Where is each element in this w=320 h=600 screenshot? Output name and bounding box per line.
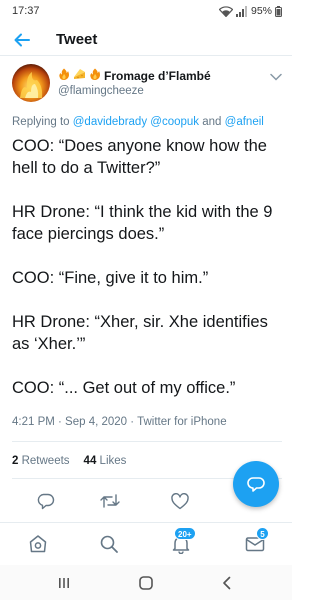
- battery-icon: [275, 5, 282, 17]
- reply-button[interactable]: [32, 487, 60, 515]
- replying-to-label: Replying to: [12, 116, 70, 128]
- tweet-paragraph: COO: “... Get out of my office.”: [12, 379, 236, 397]
- tweet-stats: 2 Retweets 44 Likes: [12, 455, 126, 467]
- avatar[interactable]: [12, 64, 50, 102]
- reply-icon: [37, 493, 55, 510]
- author-handle[interactable]: @flamingcheeze: [58, 85, 144, 97]
- system-nav-bar: [0, 565, 292, 600]
- signal-icon: [235, 5, 248, 17]
- tweet-paragraph: HR Drone: “Xher, sir. Xhe identifies as …: [12, 313, 273, 353]
- wifi-icon: [218, 5, 233, 17]
- like-icon: [171, 492, 189, 509]
- page-title: Tweet: [56, 31, 98, 48]
- retweet-icon: [100, 494, 120, 508]
- retweets-stat[interactable]: 2 Retweets: [12, 455, 70, 467]
- tweet-paragraph: HR Drone: “I think the kid with the 9 fa…: [12, 203, 278, 243]
- mention-link[interactable]: @davidebrady: [73, 116, 147, 128]
- divider: [12, 441, 282, 442]
- mention-link[interactable]: @afneil: [225, 116, 264, 128]
- tab-home[interactable]: [23, 529, 53, 559]
- likes-label: Likes: [99, 455, 127, 467]
- back-system-button[interactable]: [215, 573, 239, 593]
- chevron-down-icon: [270, 73, 282, 81]
- mention-link[interactable]: @coopuk: [150, 116, 199, 128]
- compose-fab[interactable]: [233, 461, 279, 507]
- recent-apps-icon: [59, 578, 69, 588]
- status-right: 95%: [218, 5, 282, 17]
- reply-bubble-icon: [247, 476, 265, 492]
- fire-emoji-icon: [89, 67, 101, 85]
- tweet-options-button[interactable]: [270, 68, 282, 86]
- back-chevron-icon: [223, 576, 231, 590]
- tweet-meta: 4:21 PM · Sep 4, 2020 · Twitter for iPho…: [12, 416, 227, 428]
- tab-messages[interactable]: 5: [240, 527, 270, 559]
- author-name: Fromage d’Flambé: [104, 69, 211, 83]
- name-row[interactable]: Fromage d’Flambé: [58, 67, 211, 85]
- tweet-paragraph: COO: “Does anyone know how the hell to d…: [12, 137, 272, 177]
- likes-count: 44: [83, 455, 97, 467]
- recent-apps-button[interactable]: [52, 573, 76, 593]
- cheese-emoji-icon: [73, 67, 86, 85]
- back-button[interactable]: [0, 24, 44, 56]
- notifications-badge: 20+: [174, 527, 196, 540]
- replying-to-conjunction: and: [202, 116, 222, 128]
- search-icon: [100, 535, 118, 553]
- like-button[interactable]: [166, 487, 194, 515]
- messages-badge: 5: [256, 527, 269, 540]
- fire-emoji-icon: [58, 67, 70, 85]
- bottom-nav: 20+ 5: [0, 522, 292, 562]
- tweet-paragraph: COO: “Fine, give it to him.”: [12, 269, 209, 287]
- retweet-button[interactable]: [96, 487, 124, 515]
- status-bar: 17:37 95%: [0, 0, 292, 22]
- retweets-label: Retweets: [21, 455, 70, 467]
- home-system-button[interactable]: [134, 573, 158, 593]
- tweet-timestamp[interactable]: 4:21 PM · Sep 4, 2020: [12, 416, 127, 428]
- tab-search[interactable]: [94, 529, 124, 559]
- home-icon: [29, 535, 47, 553]
- tab-notifications[interactable]: 20+: [166, 527, 196, 559]
- tweet-author: Fromage d’Flambé @flamingcheeze: [12, 64, 282, 110]
- retweets-count: 2: [12, 455, 19, 467]
- battery-percent: 95%: [250, 5, 272, 17]
- replying-to: Replying to @davidebrady @coopuk and @af…: [12, 116, 282, 128]
- status-time: 17:37: [12, 5, 40, 17]
- likes-stat[interactable]: 44 Likes: [84, 455, 127, 467]
- back-arrow-icon: [14, 33, 30, 46]
- tweet-text: COO: “Does anyone know how the hell to d…: [12, 135, 282, 399]
- home-square-icon: [139, 576, 153, 590]
- tweet-source[interactable]: Twitter for iPhone: [137, 416, 226, 428]
- header-bar: Tweet: [0, 24, 292, 56]
